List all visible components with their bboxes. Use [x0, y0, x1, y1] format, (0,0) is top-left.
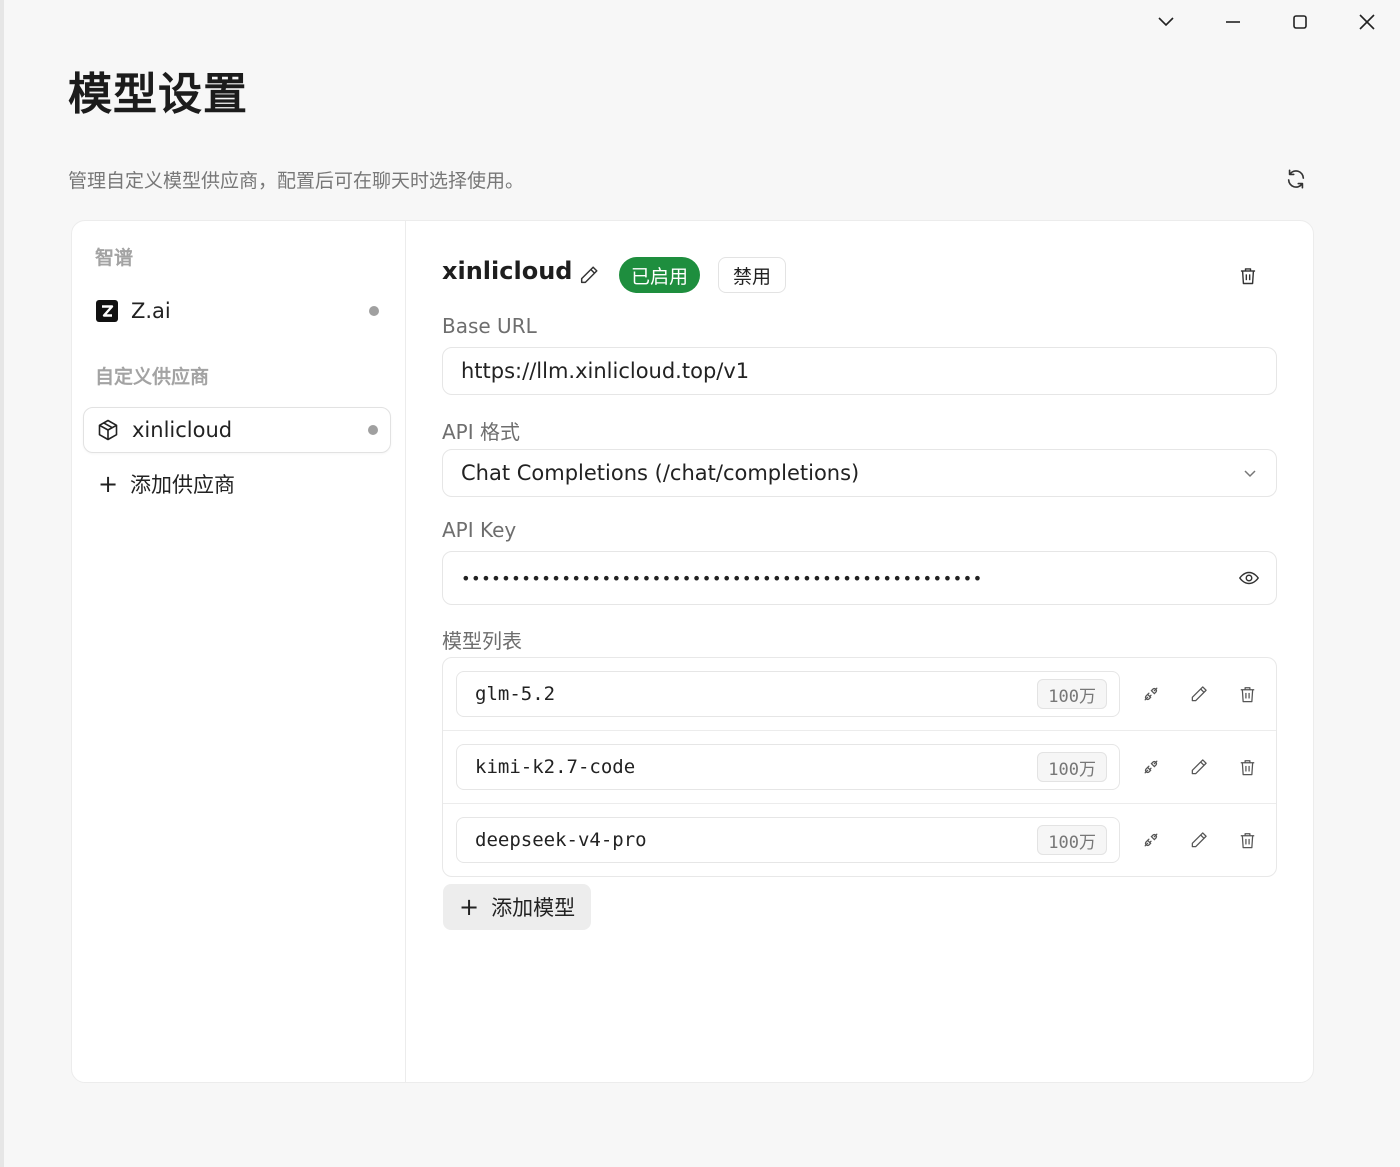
provider-sidebar: 智谱 Z.ai 自定义供应商 xinlicloud + 添加供应商	[72, 221, 406, 1082]
status-dot	[368, 425, 378, 435]
edit-model-button[interactable]	[1185, 753, 1213, 781]
model-name-field[interactable]: kimi-k2.7-code 100万	[456, 744, 1120, 790]
sidebar-item-xinlicloud[interactable]: xinlicloud	[83, 407, 391, 453]
test-connection-button[interactable]	[1137, 753, 1165, 781]
pencil-icon	[1191, 686, 1207, 702]
disable-button[interactable]: 禁用	[718, 257, 787, 293]
refresh-icon	[1287, 169, 1305, 189]
settings-card: 智谱 Z.ai 自定义供应商 xinlicloud + 添加供应商 xinlic…	[71, 220, 1314, 1083]
test-connection-button[interactable]	[1137, 826, 1165, 854]
window-left-edge	[0, 0, 4, 1167]
api-key-field[interactable]: ••••••••••••••••••••••••••••••••••••••••…	[442, 551, 1277, 605]
trash-icon	[1240, 268, 1256, 285]
delete-provider-button[interactable]	[1234, 262, 1262, 290]
plus-icon: +	[459, 893, 480, 921]
model-name: glm-5.2	[475, 683, 556, 705]
refresh-button[interactable]	[1282, 165, 1310, 193]
collapse-button[interactable]	[1132, 0, 1199, 44]
minimize-button[interactable]	[1199, 0, 1266, 44]
context-size-badge: 100万	[1037, 825, 1107, 855]
edit-model-button[interactable]	[1185, 680, 1213, 708]
chevron-down-icon	[1244, 470, 1256, 478]
trash-icon	[1240, 759, 1254, 775]
context-size-badge: 100万	[1037, 679, 1107, 709]
api-key-label: API Key	[442, 518, 517, 542]
plus-icon: +	[98, 470, 119, 498]
maximize-icon	[1292, 15, 1307, 29]
model-name-field[interactable]: deepseek-v4-pro 100万	[456, 817, 1120, 863]
pencil-icon	[1191, 759, 1207, 775]
base-url-input[interactable]	[461, 359, 1258, 383]
group-label-custom: 自定义供应商	[95, 366, 210, 388]
model-row: kimi-k2.7-code 100万	[443, 730, 1276, 803]
group-label-zhipu: 智谱	[95, 247, 134, 269]
api-format-label: API 格式	[442, 420, 520, 444]
page-subtitle: 管理自定义模型供应商，配置后可在聊天时选择使用。	[68, 170, 525, 192]
add-model-label: 添加模型	[491, 896, 576, 920]
sidebar-item-label: Z.ai	[131, 299, 171, 323]
edit-model-button[interactable]	[1185, 826, 1213, 854]
chevron-down-icon	[1157, 17, 1174, 27]
trash-icon	[1240, 686, 1254, 702]
delete-model-button[interactable]	[1233, 826, 1261, 854]
package-icon	[96, 418, 120, 442]
api-key-input[interactable]: ••••••••••••••••••••••••••••••••••••••••…	[461, 569, 1238, 588]
zai-logo-icon	[95, 299, 119, 323]
trash-icon	[1240, 832, 1254, 848]
base-url-label: Base URL	[442, 314, 537, 338]
edit-provider-name-button[interactable]	[576, 262, 602, 288]
model-list: glm-5.2 100万 kimi-k2.7-code 100万 deepsee…	[442, 657, 1277, 877]
pencil-icon	[580, 266, 598, 284]
add-provider-button[interactable]: + 添加供应商	[98, 469, 235, 499]
minimize-icon	[1225, 21, 1240, 23]
plug-icon	[1144, 760, 1158, 774]
close-icon	[1358, 14, 1375, 30]
add-provider-label: 添加供应商	[130, 473, 235, 497]
show-key-button[interactable]	[1238, 567, 1260, 589]
provider-name: xinlicloud	[442, 257, 573, 285]
delete-model-button[interactable]	[1233, 680, 1261, 708]
model-name: kimi-k2.7-code	[475, 756, 636, 778]
sidebar-item-zai[interactable]: Z.ai	[83, 288, 391, 334]
model-row: glm-5.2 100万	[443, 658, 1276, 730]
model-row: deepseek-v4-pro 100万	[443, 803, 1276, 876]
add-model-button[interactable]: + 添加模型	[443, 884, 592, 930]
test-connection-button[interactable]	[1137, 680, 1165, 708]
models-label: 模型列表	[442, 629, 522, 653]
plug-icon	[1144, 687, 1158, 701]
close-button[interactable]	[1333, 0, 1400, 44]
context-size-badge: 100万	[1037, 752, 1107, 782]
eye-icon	[1238, 571, 1260, 585]
maximize-button[interactable]	[1266, 0, 1333, 44]
page-title: 模型设置	[68, 69, 248, 120]
base-url-field[interactable]	[442, 347, 1277, 395]
model-name-field[interactable]: glm-5.2 100万	[456, 671, 1120, 717]
provider-detail: xinlicloud 已启用 禁用 Base URL API 格式 Chat C…	[442, 221, 1278, 1082]
enabled-badge[interactable]: 已启用	[619, 257, 701, 293]
window-controls	[1132, 0, 1400, 44]
model-name: deepseek-v4-pro	[475, 829, 647, 851]
api-format-select[interactable]: Chat Completions (/chat/completions)	[442, 449, 1277, 497]
plug-icon	[1144, 833, 1158, 847]
pencil-icon	[1191, 832, 1207, 848]
delete-model-button[interactable]	[1233, 753, 1261, 781]
status-dot	[369, 306, 379, 316]
sidebar-item-label: xinlicloud	[132, 418, 233, 442]
api-format-value: Chat Completions (/chat/completions)	[461, 461, 860, 485]
